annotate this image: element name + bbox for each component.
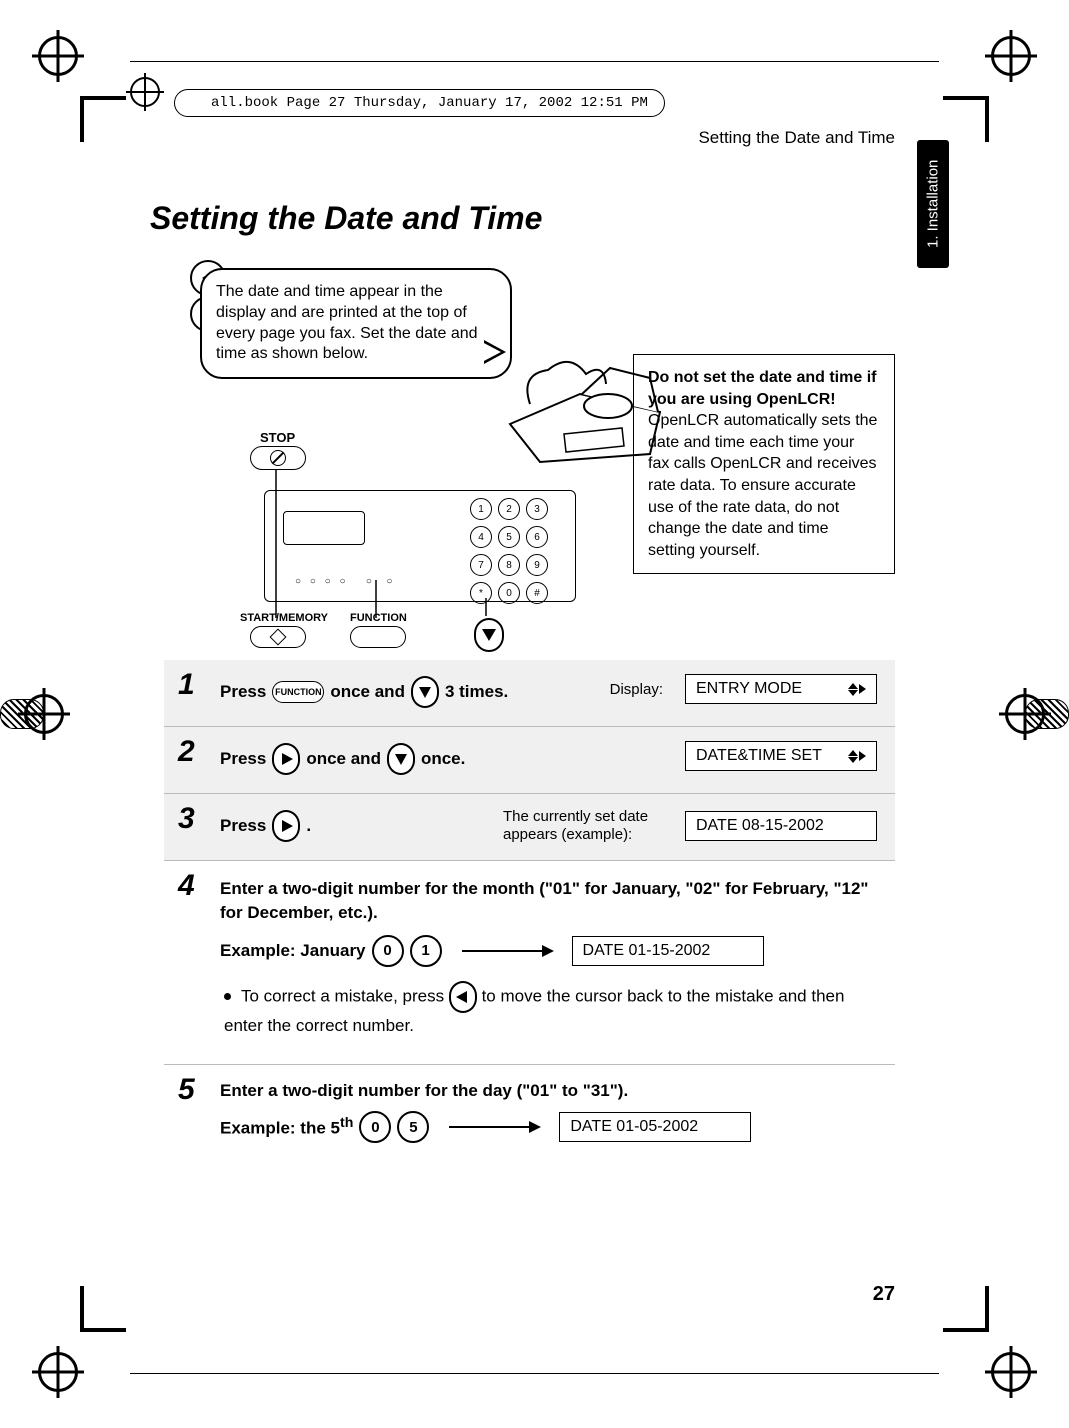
registration-mark-icon — [24, 694, 64, 734]
keypad-key-icon: 0 — [372, 935, 404, 967]
arrow-right-icon — [449, 1126, 539, 1128]
lcd-display: DATE 01-15-2002 — [572, 936, 764, 966]
crop-mark-icon — [943, 1328, 989, 1332]
down-arrow-button-icon — [411, 676, 439, 708]
right-arrow-button-icon — [272, 810, 300, 842]
down-arrow-button-icon — [387, 743, 415, 775]
display-text: DATE 01-05-2002 — [570, 1118, 698, 1136]
step-4: 4 Enter a two-digit number for the month… — [164, 860, 895, 1064]
keypad-key-icon: 5 — [397, 1111, 429, 1143]
registration-mark-icon — [1005, 694, 1045, 734]
step-1: 1 Press FUNCTION once and 3 times. Displ… — [164, 660, 895, 726]
running-head: Setting the Date and Time — [698, 128, 895, 148]
sheet-runhead: all.book Page 27 Thursday, January 17, 2… — [174, 89, 665, 117]
step-text: once and — [330, 682, 405, 702]
step-2: 2 Press once and once. DATE&TIME SET — [164, 726, 895, 793]
notice-box: Do not set the date and time if you are … — [633, 354, 895, 574]
display-text: DATE 01-15-2002 — [583, 942, 711, 960]
notice-body: OpenLCR automatically sets the date and … — [648, 412, 877, 559]
crop-mark-icon — [80, 1286, 84, 1332]
registration-mark-icon — [991, 36, 1031, 76]
figure-area: The date and time appear in the display … — [190, 260, 895, 660]
display-text: DATE&TIME SET — [696, 747, 822, 765]
step-number: 4 — [178, 869, 195, 903]
chapter-tab: 1. Installation — [917, 140, 949, 268]
bullet-icon — [224, 993, 231, 1000]
lcd-display: DATE 01-05-2002 — [559, 1112, 751, 1142]
lcd-display: DATE&TIME SET — [685, 741, 877, 771]
crop-mark-icon — [80, 1328, 126, 1332]
display-note: The currently set date appears (example)… — [503, 808, 663, 844]
registration-mark-icon — [38, 36, 78, 76]
page-number: 27 — [873, 1283, 895, 1306]
left-arrow-button-icon — [449, 981, 477, 1013]
step-number: 2 — [178, 735, 195, 769]
crop-mark-icon — [80, 96, 126, 100]
step-text: Enter a two-digit number for the day ("0… — [220, 1081, 628, 1101]
step-text: Press — [220, 682, 266, 702]
crop-mark-icon — [943, 96, 989, 100]
steps: 1 Press FUNCTION once and 3 times. Displ… — [164, 660, 895, 1161]
page: all.book Page 27 Thursday, January 17, 2… — [0, 0, 1069, 1428]
stop-label: STOP — [260, 430, 295, 445]
step-text: Press — [220, 749, 266, 769]
keypad-key-icon: 1 — [410, 935, 442, 967]
display-text: ENTRY MODE — [696, 680, 802, 698]
display-text: DATE 08-15-2002 — [696, 817, 824, 835]
step-text: . — [306, 816, 311, 836]
step-text: once and — [306, 749, 381, 769]
right-arrow-button-icon — [272, 743, 300, 775]
footer-rule — [130, 1373, 939, 1374]
step-number: 1 — [178, 668, 195, 702]
lcd-display: ENTRY MODE — [685, 674, 877, 704]
arrow-right-icon — [462, 950, 552, 952]
step-text: To correct a mistake, press — [241, 986, 449, 1005]
keypad-key-icon: 0 — [359, 1111, 391, 1143]
crop-mark-icon — [80, 96, 84, 142]
step-number: 5 — [178, 1073, 195, 1107]
step-text: Enter a two-digit number for the month (… — [220, 877, 877, 925]
registration-mark-icon — [130, 77, 160, 107]
lcd-display: DATE 08-15-2002 — [685, 811, 877, 841]
crop-mark-icon — [985, 96, 989, 142]
nav-arrows-icon — [848, 750, 866, 763]
crop-mark-icon — [985, 1286, 989, 1332]
page-title: Setting the Date and Time — [150, 200, 542, 237]
example-label: Example: the 5th — [220, 1115, 353, 1139]
registration-mark-icon — [38, 1352, 78, 1392]
function-button-icon: FUNCTION — [272, 681, 324, 703]
step-3: 3 Press . The currently set date appears… — [164, 793, 895, 860]
step-number: 3 — [178, 802, 195, 836]
step-text: 3 times. — [445, 682, 508, 702]
sheet-header: all.book Page 27 Thursday, January 17, 2… — [130, 43, 939, 79]
step-5: 5 Enter a two-digit number for the day (… — [164, 1064, 895, 1161]
example-sup: th — [340, 1115, 353, 1131]
step-text: Press — [220, 816, 266, 836]
speech-bubble: The date and time appear in the display … — [200, 268, 512, 379]
example-label: Example: January — [220, 941, 366, 961]
leader-lines-icon — [250, 460, 580, 650]
nav-arrows-icon — [848, 683, 866, 696]
step-text: once. — [421, 749, 465, 769]
registration-mark-icon — [991, 1352, 1031, 1392]
notice-heading: Do not set the date and time if you are … — [648, 369, 876, 408]
step-note: To correct a mistake, press to move the … — [220, 981, 877, 1039]
display-label: Display: — [610, 681, 663, 698]
